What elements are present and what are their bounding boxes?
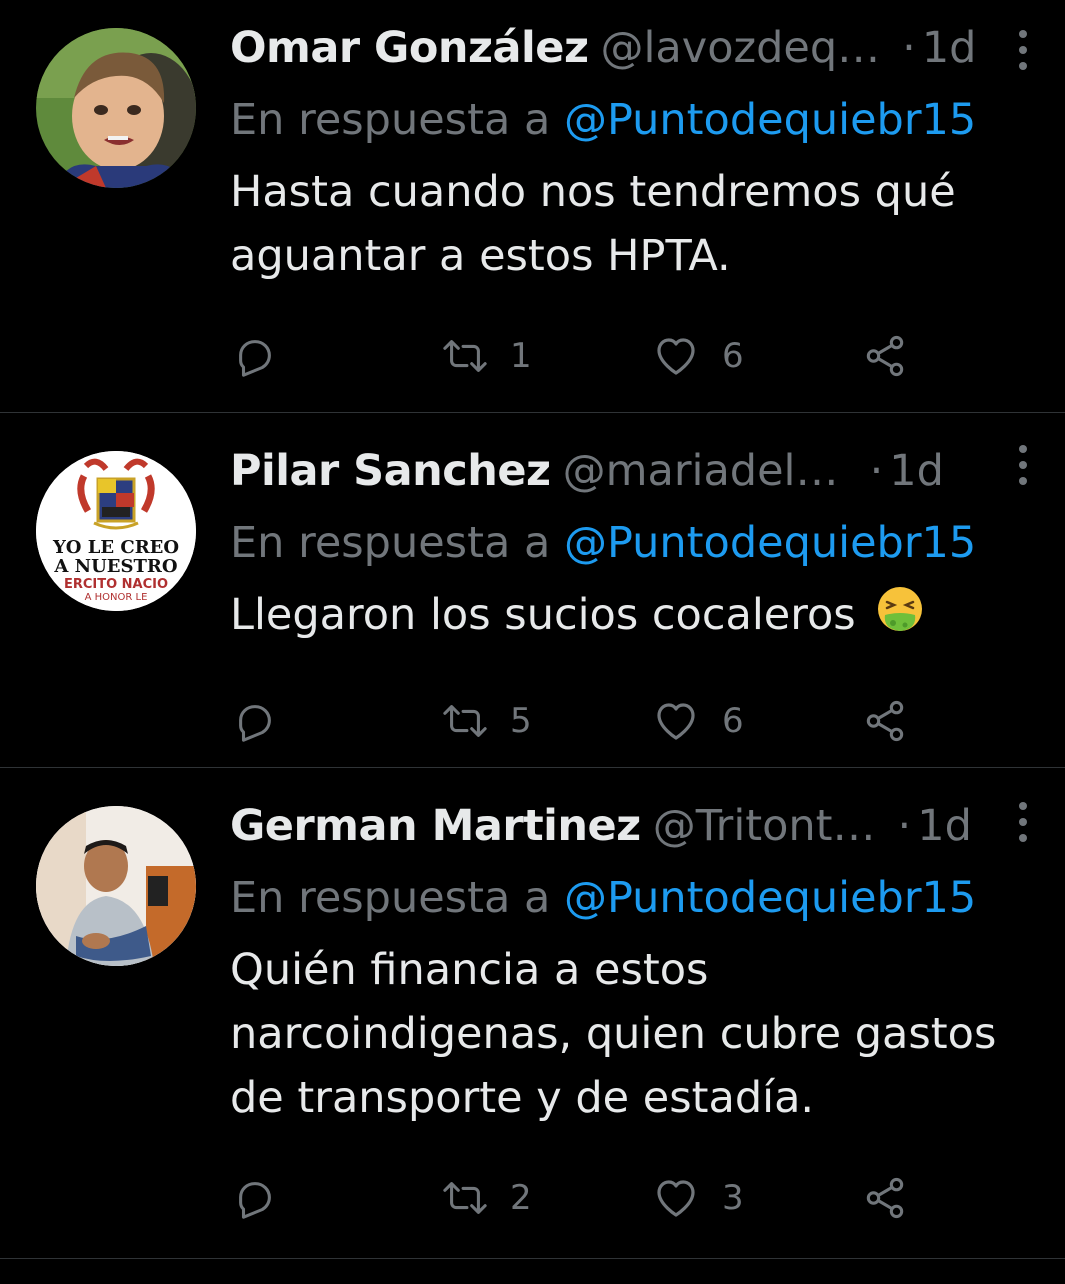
more-options-icon[interactable] [1017,30,1029,70]
separator: · [897,801,912,851]
retweet-icon [443,1182,487,1214]
like-button[interactable]: 6 [652,697,862,745]
like-count: 6 [722,336,744,376]
reply-prefix: En respuesta a [230,95,551,145]
tweet-1[interactable]: Omar González @lavozdeq… · 1d En respues… [0,0,1065,413]
action-bar: 2 3 [232,1168,1037,1228]
reply-button[interactable] [232,698,442,744]
tweet-text-content: Llegaron los sucios cocaleros [230,590,856,640]
display-name[interactable]: Pilar Sanchez [230,445,551,497]
retweet-icon [443,705,487,737]
reply-icon [239,340,271,377]
reply-mention-link[interactable]: @Puntodequiebr15 [564,95,976,145]
retweet-count: 2 [510,1178,532,1218]
user-handle[interactable]: @mariadelpi… [563,445,848,497]
nauseated-face-icon [875,585,925,653]
user-handle[interactable]: @Tritont… [653,800,876,852]
heart-icon [657,1180,695,1217]
retweet-button[interactable]: 5 [442,698,652,744]
avatar-text: A NUESTRO [53,556,177,577]
tweet-2[interactable]: YO LE CREO A NUESTRO ERCITO NACIO A HONO… [0,413,1065,768]
more-options-icon[interactable] [1017,445,1029,485]
like-button[interactable]: 3 [652,1174,862,1222]
avatar-text: ERCITO NACIO [64,577,168,592]
share-icon [866,335,904,377]
action-bar: 1 6 [232,326,1037,386]
avatar[interactable]: YO LE CREO A NUESTRO ERCITO NACIO A HONO… [36,451,196,611]
avatar[interactable] [36,806,196,966]
share-button[interactable] [862,1175,908,1221]
retweet-button[interactable]: 1 [442,333,652,379]
share-icon [866,700,904,742]
tweet-text: Hasta cuando nos tendremos qué aguantar … [230,167,956,281]
share-icon [866,1177,904,1219]
avatar-text: YO LE CREO [52,537,179,558]
retweet-button[interactable]: 2 [442,1175,652,1221]
heart-icon [657,338,695,375]
avatar[interactable] [36,28,196,188]
retweet-icon [443,340,487,372]
display-name[interactable]: Omar González [230,22,589,74]
timestamp[interactable]: 1d [922,22,977,74]
reply-context: En respuesta a @Puntodequiebr15 [230,872,1037,924]
like-count: 6 [722,701,744,741]
reply-context: En respuesta a @Puntodequiebr15 [230,94,1037,146]
reply-prefix: En respuesta a [230,518,551,568]
reply-icon [239,1182,271,1219]
reply-icon [239,705,271,742]
tweet-text: Llegaron los sucios cocaleros [230,583,1037,653]
user-handle[interactable]: @lavozdeq… [600,22,880,74]
timestamp[interactable]: 1d [917,800,972,852]
separator: · [869,446,884,496]
reply-mention-link[interactable]: @Puntodequiebr15 [564,873,976,923]
tweet-header: German Martinez @Tritont… · 1d [230,800,1037,852]
avatar-text: A HONOR LE [85,592,148,603]
tweet-3[interactable]: German Martinez @Tritont… · 1d En respue… [0,768,1065,1259]
reply-context: En respuesta a @Puntodequiebr15 [230,517,1037,569]
share-button[interactable] [862,698,908,744]
heart-icon [657,703,695,740]
timestamp[interactable]: 1d [889,445,944,497]
retweet-count: 1 [510,336,532,376]
tweet-text: Quién financia a estos narcoindigenas, q… [230,945,997,1123]
share-button[interactable] [862,333,908,379]
more-options-icon[interactable] [1017,802,1029,842]
reply-mention-link[interactable]: @Puntodequiebr15 [564,518,976,568]
display-name[interactable]: German Martinez [230,800,641,852]
reply-prefix: En respuesta a [230,873,551,923]
tweet-header: Pilar Sanchez @mariadelpi… · 1d [230,445,1037,497]
reply-button[interactable] [232,1175,442,1221]
reply-button[interactable] [232,333,442,379]
like-button[interactable]: 6 [652,332,862,380]
separator: · [902,23,916,73]
retweet-count: 5 [510,701,532,741]
tweet-header: Omar González @lavozdeq… · 1d [230,22,1037,74]
like-count: 3 [722,1178,744,1218]
action-bar: 5 6 [232,691,1037,751]
